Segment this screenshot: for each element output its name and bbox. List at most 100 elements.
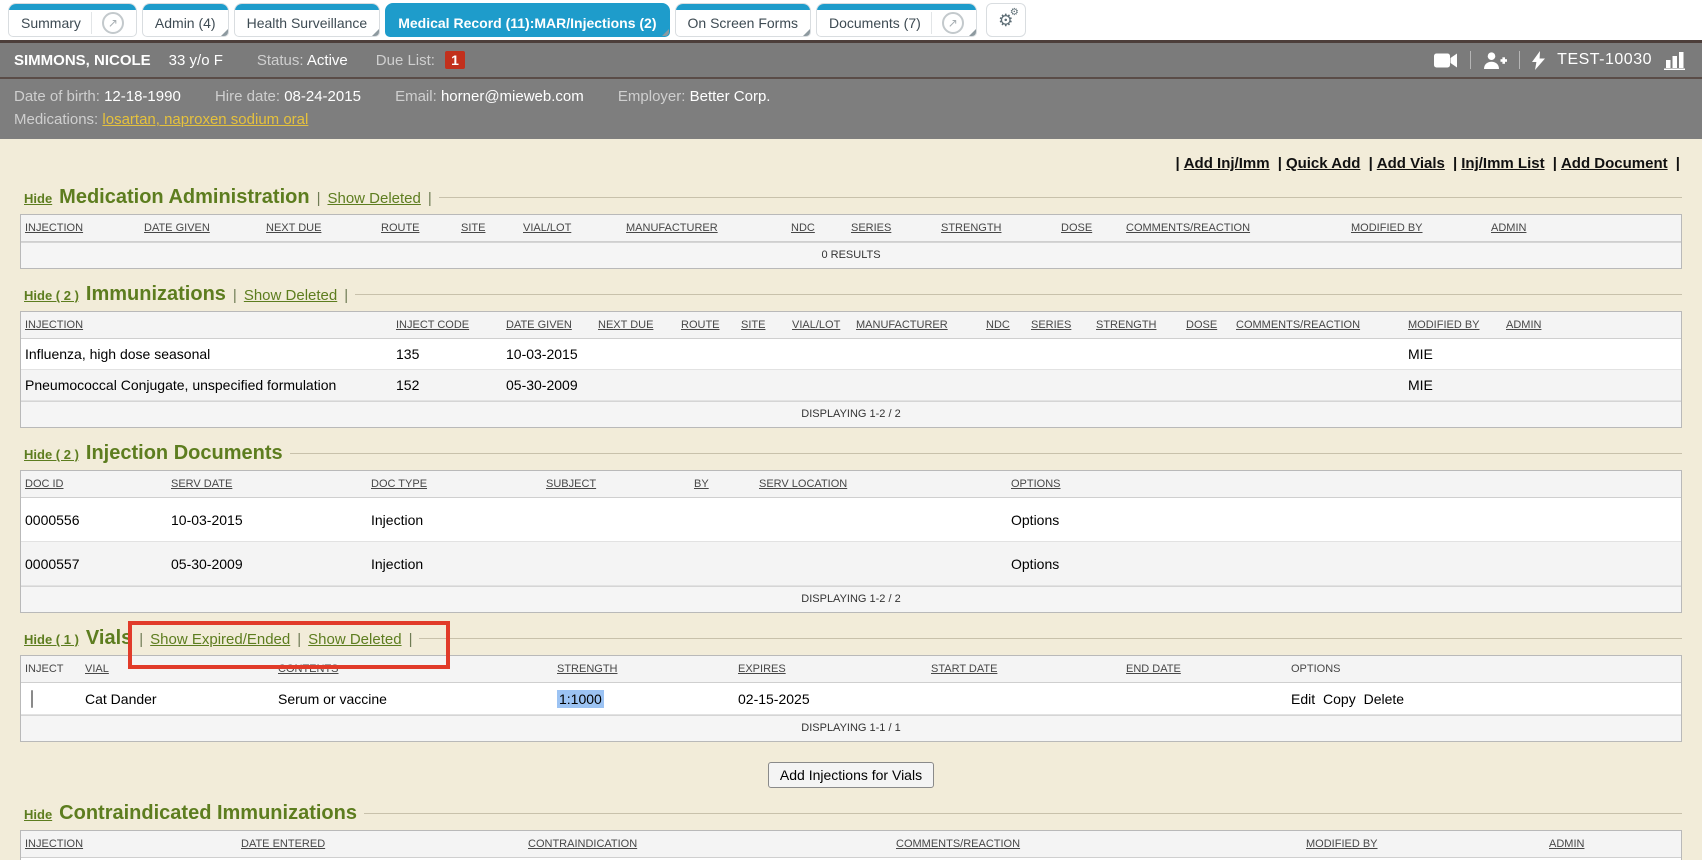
med-admin-show-deleted-link[interactable]: Show Deleted: [327, 190, 420, 207]
show-expired-ended-link[interactable]: Show Expired/Ended: [150, 631, 290, 648]
add-vials-link[interactable]: Add Vials: [1377, 155, 1445, 172]
lightning-bolt-icon[interactable]: [1532, 51, 1545, 70]
col-date-given[interactable]: DATE GIVEN: [140, 215, 262, 241]
col-comments-reaction[interactable]: COMMENTS/REACTION: [1232, 312, 1404, 338]
col-next-due[interactable]: NEXT DUE: [262, 215, 377, 241]
mar-injections-content: |Add Inj/Imm |Quick Add |Add Vials |Inj/…: [0, 139, 1702, 860]
col-comments-reaction[interactable]: COMMENTS/REACTION: [892, 831, 1302, 857]
add-user-icon[interactable]: [1483, 52, 1507, 69]
tab-documents[interactable]: Documents (7) ↗: [816, 3, 977, 37]
hide-med-admin-link[interactable]: Hide: [24, 191, 52, 206]
doc-id[interactable]: 0000556: [21, 505, 167, 535]
medications-list[interactable]: losartan, naproxen sodium oral: [102, 111, 308, 128]
vial-expires: 02-15-2025: [734, 684, 927, 714]
tab-on-screen-forms[interactable]: On Screen Forms: [675, 3, 811, 37]
immunizations-table: INJECTION INJECT CODE DATE GIVEN NEXT DU…: [20, 311, 1682, 428]
col-route[interactable]: ROUTE: [677, 312, 737, 338]
col-serv-location[interactable]: SERV LOCATION: [755, 471, 1007, 497]
col-end-date[interactable]: END DATE: [1122, 656, 1287, 682]
col-manufacturer[interactable]: MANUFACTURER: [622, 215, 787, 241]
date-given: 05-30-2009: [502, 370, 594, 400]
col-contents[interactable]: CONTENTS: [274, 656, 553, 682]
col-manufacturer[interactable]: MANUFACTURER: [852, 312, 982, 338]
edit-link[interactable]: Edit: [1291, 691, 1315, 707]
add-injections-for-vials-button[interactable]: Add Injections for Vials: [768, 762, 934, 788]
col-start-date[interactable]: START DATE: [927, 656, 1122, 682]
hide-immunizations-link[interactable]: Hide ( 2 ): [24, 288, 79, 303]
col-options[interactable]: OPTIONS: [1007, 471, 1681, 497]
col-vial-lot[interactable]: VIAL/LOT: [519, 215, 622, 241]
contraindicated-table: INJECTION DATE ENTERED CONTRAINDICATION …: [20, 830, 1682, 860]
tab-divider: [91, 12, 92, 34]
col-modified-by[interactable]: MODIFIED BY: [1302, 831, 1545, 857]
delete-link[interactable]: Delete: [1364, 691, 1404, 707]
add-document-link[interactable]: Add Document: [1561, 155, 1668, 172]
col-strength[interactable]: STRENGTH: [553, 656, 734, 682]
col-subject[interactable]: SUBJECT: [542, 471, 690, 497]
due-list-badge[interactable]: 1: [445, 51, 465, 69]
col-site[interactable]: SITE: [457, 215, 519, 241]
external-link-icon[interactable]: ↗: [102, 12, 124, 34]
immunizations-show-deleted-link[interactable]: Show Deleted: [244, 287, 337, 304]
document-row: 0000557 05-30-2009 Injection Options: [21, 542, 1681, 586]
copy-link[interactable]: Copy: [1323, 691, 1356, 707]
tab-health-surveillance[interactable]: Health Surveillance: [234, 3, 381, 37]
col-injection[interactable]: INJECTION: [21, 312, 392, 338]
col-dose[interactable]: DOSE: [1182, 312, 1232, 338]
col-modified-by[interactable]: MODIFIED BY: [1347, 215, 1487, 241]
col-route[interactable]: ROUTE: [377, 215, 457, 241]
col-date-entered[interactable]: DATE ENTERED: [237, 831, 524, 857]
settings-button[interactable]: ⚙ ⚙: [986, 3, 1026, 37]
col-expires[interactable]: EXPIRES: [734, 656, 927, 682]
col-vial[interactable]: VIAL: [81, 656, 274, 682]
tab-admin[interactable]: Admin (4): [142, 3, 229, 37]
col-admin[interactable]: ADMIN: [1545, 831, 1681, 857]
col-date-given[interactable]: DATE GIVEN: [502, 312, 594, 338]
col-next-due[interactable]: NEXT DUE: [594, 312, 677, 338]
options-menu[interactable]: Options: [1007, 505, 1681, 535]
col-ndc[interactable]: NDC: [982, 312, 1027, 338]
immunizations-paging: DISPLAYING 1-2 / 2: [21, 401, 1681, 427]
immunizations-title: Immunizations: [86, 283, 226, 306]
vials-table: INJECT VIAL CONTENTS STRENGTH EXPIRES ST…: [20, 655, 1682, 742]
tab-documents-label: Documents (7): [829, 15, 921, 31]
col-dose[interactable]: DOSE: [1057, 215, 1122, 241]
col-strength[interactable]: STRENGTH: [937, 215, 1057, 241]
col-site[interactable]: SITE: [737, 312, 788, 338]
hire-date-value: 08-24-2015: [284, 88, 361, 105]
bar-chart-icon[interactable]: [1664, 51, 1688, 70]
col-by[interactable]: BY: [690, 471, 755, 497]
col-injection[interactable]: INJECTION: [21, 831, 237, 857]
inj-imm-list-link[interactable]: Inj/Imm List: [1461, 155, 1544, 172]
col-vial-lot[interactable]: VIAL/LOT: [788, 312, 852, 338]
hide-injection-documents-link[interactable]: Hide ( 2 ): [24, 447, 79, 462]
col-inject-code[interactable]: INJECT CODE: [392, 312, 502, 338]
tab-medical-record[interactable]: Medical Record (11):MAR/Injections (2): [385, 3, 669, 37]
col-admin[interactable]: ADMIN: [1487, 215, 1681, 241]
external-link-icon[interactable]: ↗: [942, 12, 964, 34]
documents-header-row: DOC ID SERV DATE DOC TYPE SUBJECT BY SER…: [21, 471, 1681, 498]
col-comments-reaction[interactable]: COMMENTS/REACTION: [1122, 215, 1347, 241]
col-doc-id[interactable]: DOC ID: [21, 471, 167, 497]
tab-summary[interactable]: Summary ↗: [8, 3, 137, 37]
hide-vials-link[interactable]: Hide ( 1 ): [24, 632, 79, 647]
doc-id[interactable]: 0000557: [21, 549, 167, 579]
col-serv-date[interactable]: SERV DATE: [167, 471, 367, 497]
col-series[interactable]: SERIES: [847, 215, 937, 241]
video-camera-icon[interactable]: [1434, 53, 1458, 68]
vials-show-deleted-link[interactable]: Show Deleted: [308, 631, 401, 648]
injection-documents-table: DOC ID SERV DATE DOC TYPE SUBJECT BY SER…: [20, 470, 1682, 613]
col-doc-type[interactable]: DOC TYPE: [367, 471, 542, 497]
options-menu[interactable]: Options: [1007, 549, 1681, 579]
quick-add-link[interactable]: Quick Add: [1286, 155, 1360, 172]
col-modified-by[interactable]: MODIFIED BY: [1404, 312, 1502, 338]
inject-checkbox[interactable]: [31, 690, 33, 708]
hide-contraindicated-link[interactable]: Hide: [24, 807, 52, 822]
col-series[interactable]: SERIES: [1027, 312, 1092, 338]
col-strength[interactable]: STRENGTH: [1092, 312, 1182, 338]
add-inj-imm-link[interactable]: Add Inj/Imm: [1184, 155, 1270, 172]
col-ndc[interactable]: NDC: [787, 215, 847, 241]
col-injection[interactable]: INJECTION: [21, 215, 140, 241]
col-admin[interactable]: ADMIN: [1502, 312, 1681, 338]
col-contraindication[interactable]: CONTRAINDICATION: [524, 831, 892, 857]
